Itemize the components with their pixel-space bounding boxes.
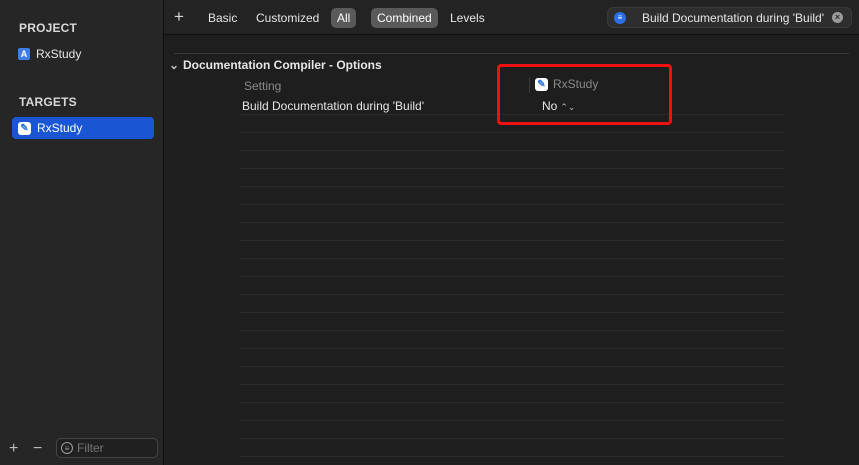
- empty-row: [239, 421, 785, 439]
- search-filter-icon: ≡: [614, 11, 626, 24]
- empty-row: [239, 295, 785, 313]
- empty-row: [239, 187, 785, 205]
- filter-icon: ≡: [61, 442, 73, 454]
- filter-placeholder: Filter: [77, 441, 104, 455]
- empty-row: [239, 259, 785, 277]
- remove-target-button[interactable]: −: [33, 440, 42, 458]
- targets-section-title: TARGETS: [19, 95, 77, 109]
- empty-row: [239, 331, 785, 349]
- sidebar-item-label: RxStudy: [36, 47, 82, 61]
- tab-all[interactable]: All: [331, 8, 357, 28]
- search-input[interactable]: ≡ Build Documentation during 'Build' ×: [607, 7, 852, 28]
- settings-group-header[interactable]: ⌄ Documentation Compiler - Options: [169, 58, 382, 72]
- empty-row: [239, 403, 785, 421]
- app-target-icon: ✎: [18, 121, 31, 135]
- settings-table: Build Documentation during 'Build' No ⌃⌄: [239, 97, 785, 457]
- empty-row: [239, 439, 785, 457]
- xcode-project-icon: A: [18, 48, 30, 60]
- tab-customized[interactable]: Customized: [250, 8, 325, 28]
- tab-levels[interactable]: Levels: [444, 8, 491, 28]
- empty-row: [239, 205, 785, 223]
- empty-row: [239, 151, 785, 169]
- chevron-down-icon: ⌄: [169, 58, 180, 72]
- add-target-button[interactable]: +: [9, 440, 18, 458]
- empty-row: [239, 349, 785, 367]
- empty-row: [239, 133, 785, 151]
- empty-row: [239, 313, 785, 331]
- empty-row: [239, 367, 785, 385]
- empty-row: [239, 385, 785, 403]
- sidebar-item-target[interactable]: ✎ RxStudy: [12, 117, 154, 139]
- empty-row: [239, 223, 785, 241]
- project-section-title: PROJECT: [19, 21, 78, 35]
- empty-row: [239, 241, 785, 259]
- group-title: Documentation Compiler - Options: [183, 58, 382, 72]
- empty-row: [239, 277, 785, 295]
- divider: [174, 53, 849, 54]
- column-header-setting: Setting: [244, 79, 282, 93]
- filter-field[interactable]: ≡ Filter: [56, 438, 158, 458]
- search-value: Build Documentation during 'Build': [642, 10, 825, 25]
- build-settings-toolbar: + Basic Customized All Combined Levels ≡…: [164, 0, 859, 35]
- add-setting-button[interactable]: +: [174, 7, 184, 27]
- sidebar: PROJECT A RxStudy TARGETS ✎ RxStudy + − …: [0, 0, 164, 465]
- sidebar-item-label: RxStudy: [37, 121, 83, 135]
- empty-row: [239, 169, 785, 187]
- tab-combined[interactable]: Combined: [371, 8, 438, 28]
- sidebar-item-project[interactable]: A RxStudy: [12, 43, 154, 65]
- annotation-highlight-box: [497, 64, 672, 125]
- setting-name: Build Documentation during 'Build': [242, 99, 425, 113]
- tab-basic[interactable]: Basic: [202, 8, 243, 28]
- clear-search-icon[interactable]: ×: [832, 12, 843, 23]
